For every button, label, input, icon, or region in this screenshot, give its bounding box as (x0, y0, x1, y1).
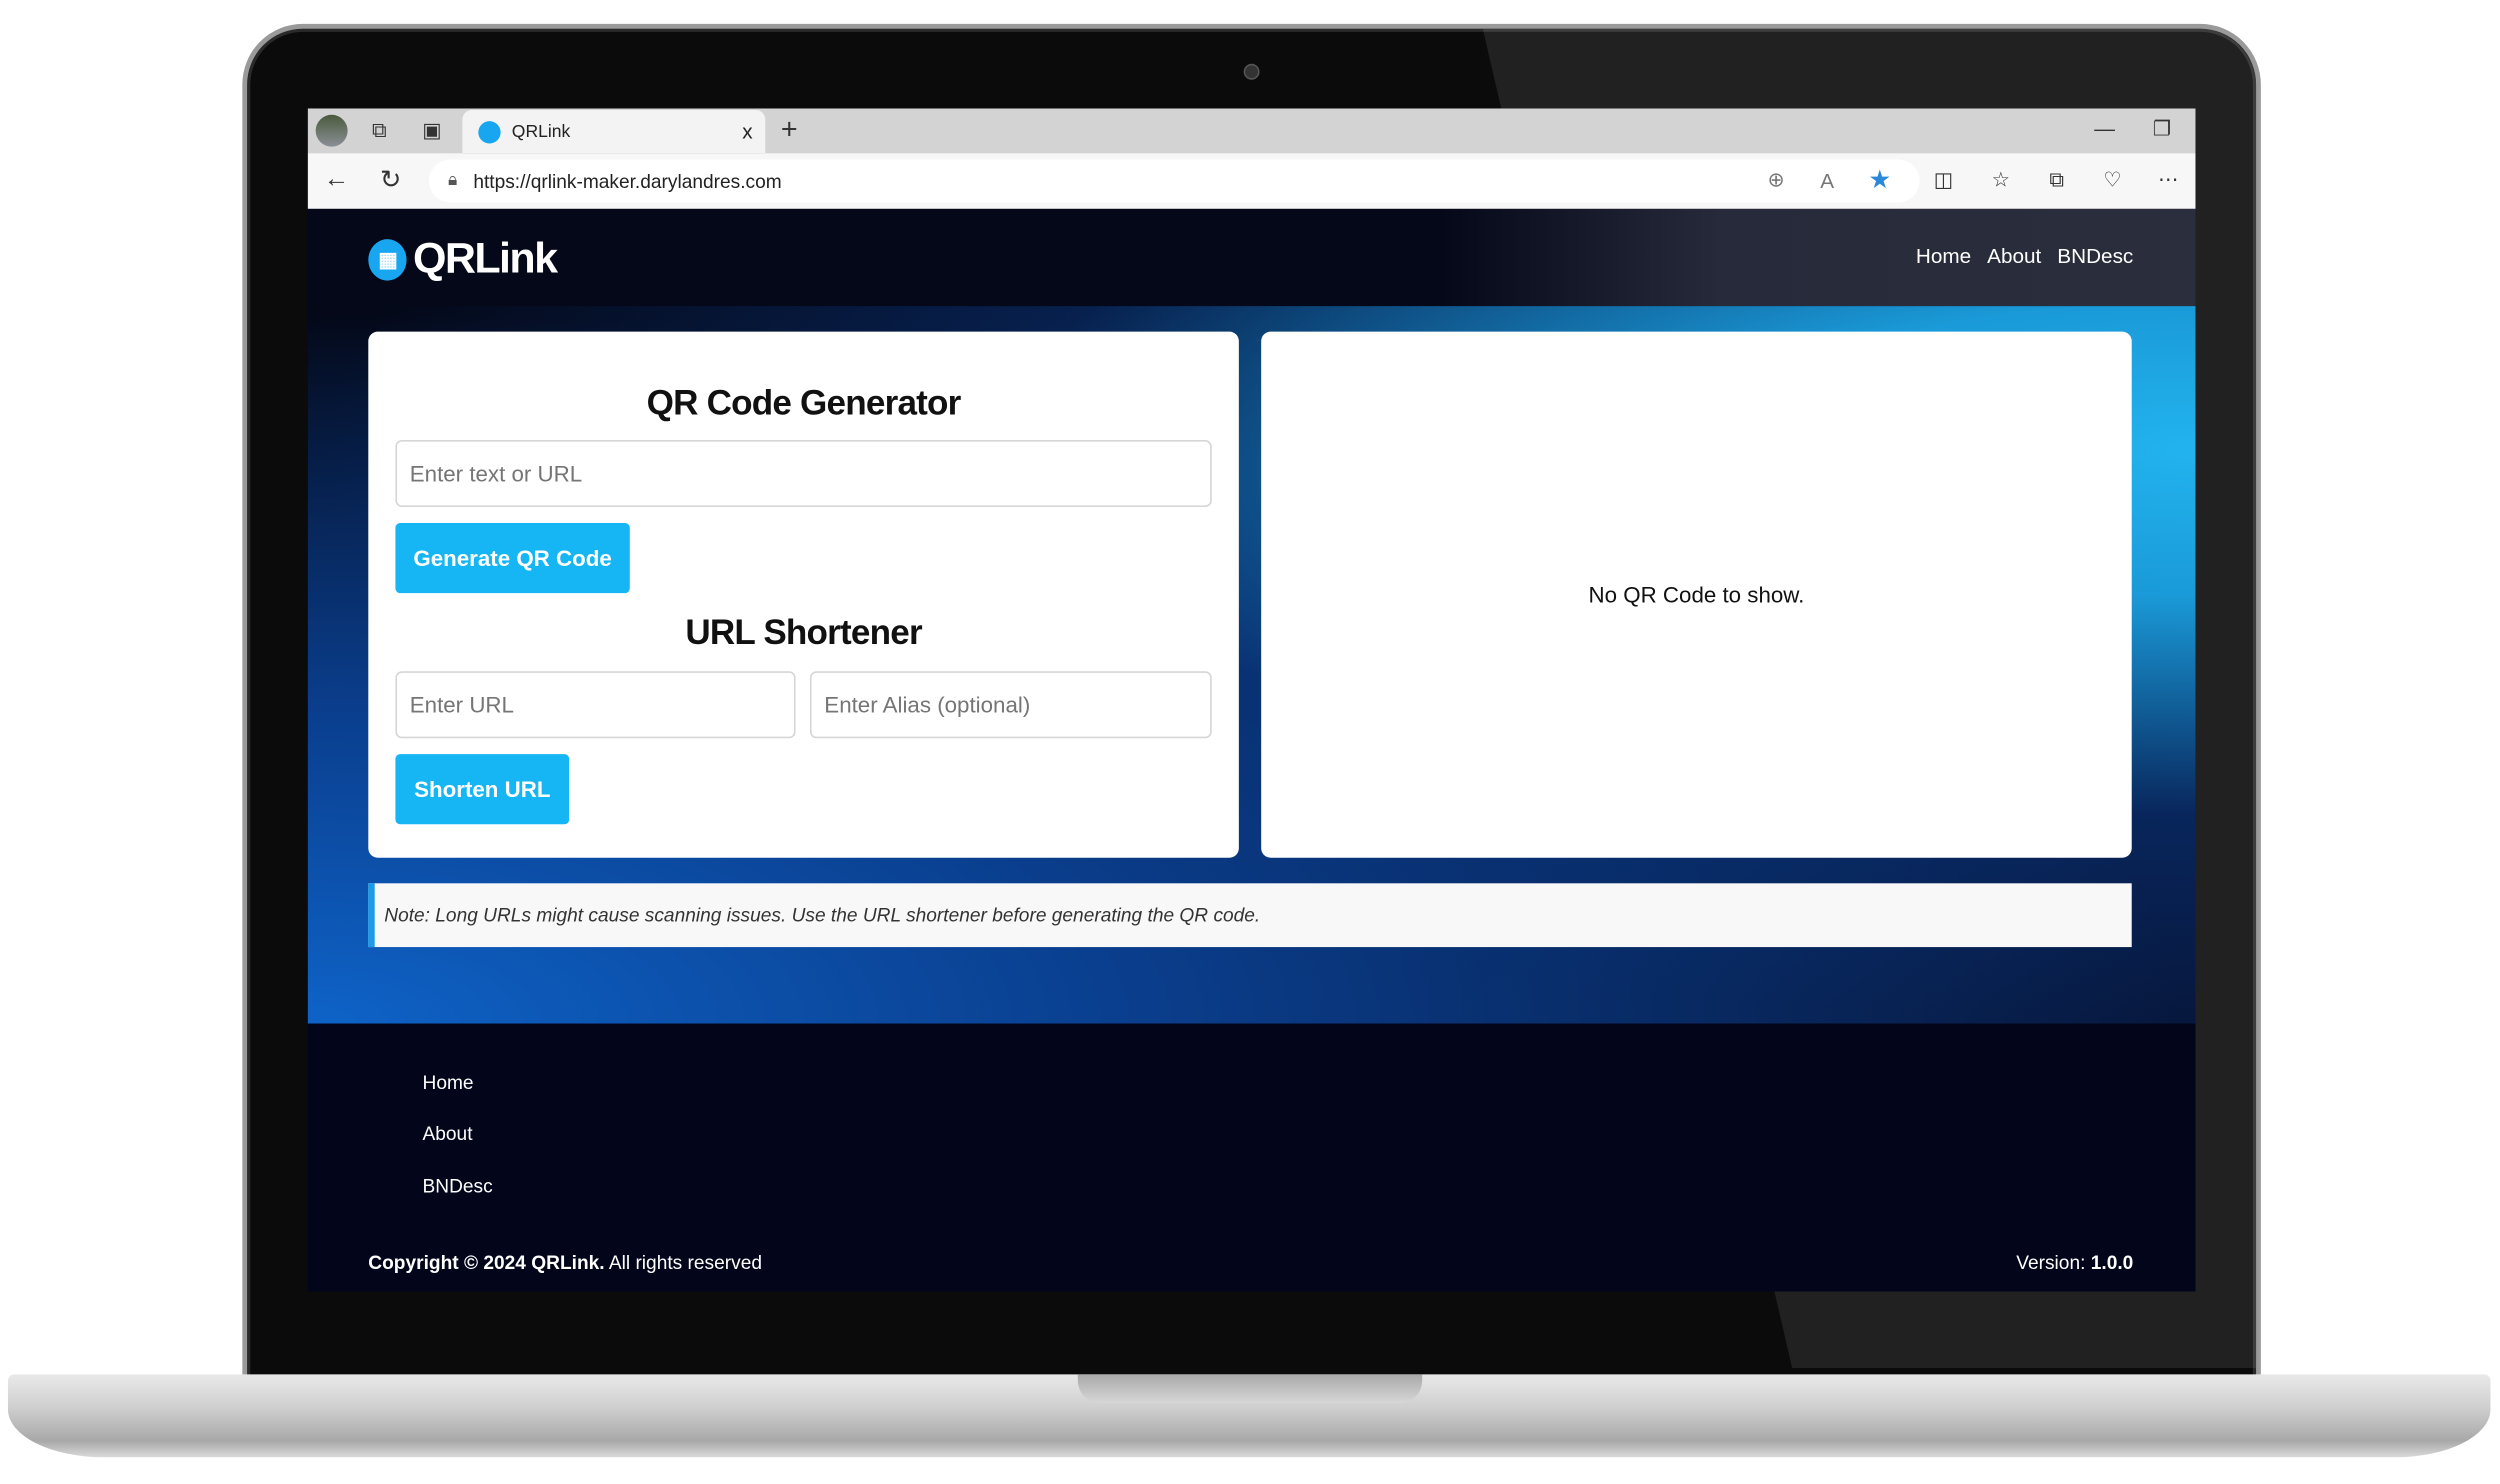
alias-input[interactable] (809, 671, 1212, 739)
copyright-bold: Copyright © 2024 QRLink. (368, 1251, 605, 1274)
url-input[interactable] (395, 671, 796, 739)
top-nav: Home About BNDesc (1916, 244, 2133, 268)
lock-icon: 🔒︎ (448, 170, 458, 190)
qr-preview-card: No QR Code to show. (1261, 331, 2132, 858)
footer-link-bndesc[interactable]: BNDesc (423, 1175, 493, 1197)
url-field[interactable]: 🔒︎ https://qrlink-maker.darylandres.com … (428, 159, 1920, 203)
generator-card: QR Code Generator Generate QR Code URL S… (368, 331, 1239, 858)
copyright-rest: All rights reserved (604, 1251, 762, 1274)
tab-actions-icon[interactable]: ▣ (418, 116, 447, 145)
site-header: ▦ QRLink Home About BNDesc (307, 208, 2196, 307)
version-number: 1.0.0 (2090, 1251, 2134, 1274)
zoom-icon[interactable]: ⊕ (1762, 166, 1791, 195)
copyright: Copyright © 2024 QRLink. All rights rese… (368, 1252, 762, 1274)
collections-icon[interactable]: ⧉ (2042, 166, 2071, 195)
qr-logo-icon: ▦ (368, 238, 407, 280)
workspaces-icon[interactable]: ⧉ (365, 116, 394, 145)
split-screen-icon[interactable]: ◫ (1929, 166, 1958, 195)
browser-essentials-icon[interactable]: ♡ (2098, 166, 2127, 195)
main-content: QR Code Generator Generate QR Code URL S… (307, 306, 2196, 1024)
profile-avatar[interactable] (315, 114, 348, 147)
footer-link-home[interactable]: Home (423, 1071, 474, 1093)
empty-qr-message: No QR Code to show. (1588, 581, 1805, 608)
minimize-icon[interactable]: — (2090, 113, 2119, 142)
generate-qr-button[interactable]: Generate QR Code (395, 522, 630, 594)
shorten-url-button[interactable]: Shorten URL (395, 754, 570, 825)
url-text: https://qrlink-maker.darylandres.com (473, 169, 782, 193)
nav-about[interactable]: About (1987, 244, 2041, 268)
tab-qrlink[interactable]: QRLink x (462, 110, 766, 154)
tab-bar: ⧉ ▣ QRLink x + — ❐ (307, 108, 2196, 154)
nav-home[interactable]: Home (1916, 244, 1971, 268)
close-tab-icon[interactable]: x (742, 120, 752, 144)
new-tab-icon[interactable]: + (775, 112, 804, 144)
qr-text-input[interactable] (395, 440, 1212, 508)
back-icon[interactable]: ← (322, 166, 351, 195)
favorite-star-icon[interactable]: ★ (1865, 166, 1894, 194)
more-icon[interactable]: ⋯ (2154, 166, 2183, 195)
laptop-notch (1077, 1374, 1423, 1404)
site-footer: Home About BNDesc Copyright © 2024 QRLin… (307, 1023, 2196, 1292)
qrlink-favicon-icon (478, 120, 501, 143)
read-aloud-icon[interactable]: A (1813, 166, 1842, 195)
qr-generator-title: QR Code Generator (646, 382, 962, 423)
favorites-icon[interactable]: ☆ (1987, 166, 2016, 195)
note-text: Note: Long URLs might cause scanning iss… (384, 904, 1261, 927)
footer-link-about[interactable]: About (423, 1122, 473, 1144)
laptop-mockup: ⧉ ▣ QRLink x + — ❐ ← ↻ 🔒︎ https://qrlink… (0, 0, 2500, 1484)
version: Version: 1.0.0 (2016, 1252, 2133, 1274)
tab-title: QRLink (511, 121, 571, 142)
webcam (1243, 63, 1260, 80)
note-alert: Note: Long URLs might cause scanning iss… (368, 883, 2132, 948)
logo-text: QRLink (412, 234, 558, 283)
version-label: Version: (2016, 1251, 2091, 1274)
refresh-icon[interactable]: ↻ (376, 166, 405, 194)
browser-window: ⧉ ▣ QRLink x + — ❐ ← ↻ 🔒︎ https://qrlink… (307, 108, 2196, 1292)
nav-bndesc[interactable]: BNDesc (2057, 244, 2133, 268)
restore-icon[interactable]: ❐ (2148, 115, 2177, 144)
address-bar: ← ↻ 🔒︎ https://qrlink-maker.darylandres.… (307, 153, 2196, 209)
url-shortener-title: URL Shortener (685, 612, 922, 653)
logo[interactable]: ▦ QRLink (368, 234, 558, 283)
